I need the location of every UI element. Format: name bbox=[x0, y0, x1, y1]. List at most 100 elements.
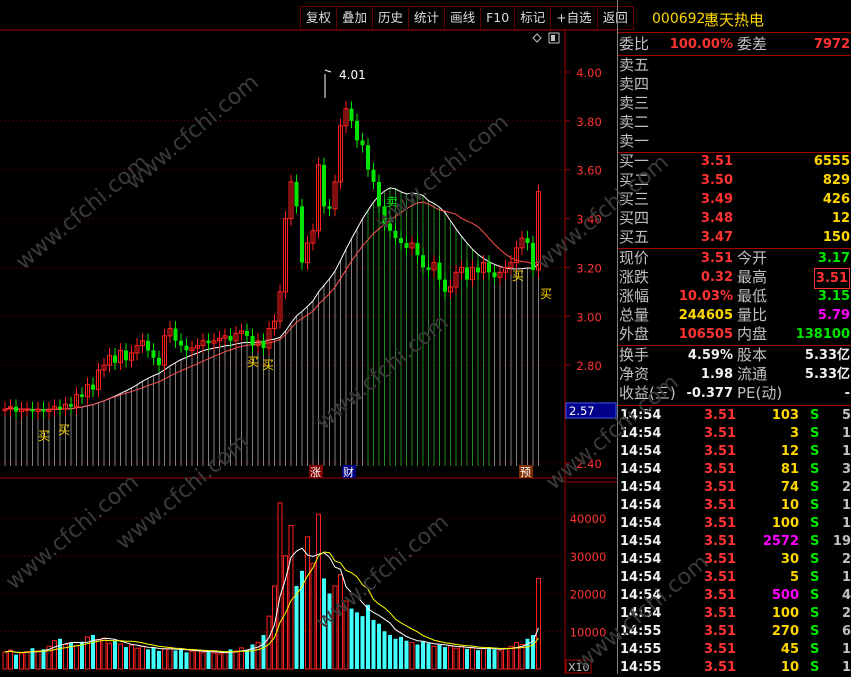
tick-price: 3.51 bbox=[704, 426, 737, 441]
tick-time: 14:54 bbox=[620, 606, 662, 621]
tick-time: 14:54 bbox=[620, 516, 662, 531]
tick-volume: 3 bbox=[789, 426, 799, 441]
candle-body bbox=[206, 340, 211, 344]
quote-label: 涨幅 bbox=[619, 287, 650, 305]
volume-bar bbox=[184, 652, 189, 669]
volume-bar bbox=[124, 647, 128, 669]
event-marker-label: 预 bbox=[520, 466, 531, 479]
bid-label: 买一 bbox=[619, 152, 650, 170]
tick-row[interactable]: 14:54 3.51 2572 S 19 bbox=[618, 533, 851, 551]
volume-bar bbox=[140, 645, 145, 670]
tick-count: 1 bbox=[841, 570, 851, 585]
volume-bar bbox=[211, 652, 217, 670]
quote-label: 最低 bbox=[737, 287, 768, 305]
tick-time: 14:54 bbox=[620, 588, 662, 603]
tick-price: 3.51 bbox=[704, 570, 737, 585]
tick-row[interactable]: 14:54 3.51 103 S 5 bbox=[618, 407, 851, 425]
tick-count: 6 bbox=[841, 624, 851, 639]
tick-side: S bbox=[810, 444, 820, 459]
bid-row[interactable]: 买四 3.48 12 bbox=[618, 209, 851, 228]
tick-row[interactable]: 14:55 3.51 45 S 1 bbox=[618, 641, 851, 659]
bid-row[interactable]: 买一 3.51 6555 bbox=[618, 152, 851, 171]
bid-volume: 150 bbox=[822, 230, 850, 245]
kline-chart[interactable]: 4.00 3.80 3.60 3.40 3.20 3.00 2.80 2.40 40000 300… bbox=[0, 0, 617, 674]
volume-bar bbox=[2, 651, 8, 670]
quote-row: 总量 244605 量比 5.79 bbox=[618, 306, 851, 325]
volume-bar bbox=[332, 585, 338, 670]
quote-label: 现价 bbox=[619, 249, 650, 267]
toolbar-button-7[interactable]: +自选 bbox=[550, 7, 596, 29]
volume-bar bbox=[399, 636, 403, 669]
volume-bar bbox=[288, 525, 294, 670]
ask-label: 卖二 bbox=[619, 113, 650, 131]
tick-row[interactable]: 14:54 3.51 5 S 1 bbox=[618, 569, 851, 587]
tick-row[interactable]: 14:54 3.51 74 S 2 bbox=[618, 479, 851, 497]
volume-tick-label: 10000 bbox=[570, 625, 607, 639]
tick-volume: 74 bbox=[780, 480, 799, 495]
toolbar-button-2[interactable]: 历史 bbox=[372, 7, 408, 29]
volume-bar bbox=[113, 641, 117, 669]
tick-row[interactable]: 14:54 3.51 81 S 3 bbox=[618, 461, 851, 479]
tick-row[interactable]: 14:54 3.51 100 S 1 bbox=[618, 515, 851, 533]
volume-bar bbox=[233, 650, 239, 670]
volume-bar bbox=[453, 647, 459, 670]
tick-price: 3.51 bbox=[704, 462, 737, 477]
tick-volume: 500 bbox=[771, 588, 799, 603]
toolbar-button-0[interactable]: 复权 bbox=[301, 7, 336, 29]
tick-count: 4 bbox=[841, 588, 851, 603]
buy-signal: 买 bbox=[512, 269, 524, 283]
stat-row: 换手 4.59% 股本 5.33亿 bbox=[618, 346, 851, 365]
volume-bar bbox=[514, 642, 519, 670]
tick-row[interactable]: 14:54 3.51 3 S 1 bbox=[618, 425, 851, 443]
bid-volume: 12 bbox=[831, 211, 850, 226]
bid-price: 3.49 bbox=[700, 192, 733, 207]
tick-volume: 270 bbox=[771, 624, 799, 639]
tick-side: S bbox=[810, 426, 820, 441]
toolbar-button-5[interactable]: F10 bbox=[480, 7, 514, 29]
tick-time: 14:55 bbox=[620, 624, 662, 639]
candle-body bbox=[184, 345, 189, 351]
toolbar-button-4[interactable]: 画线 bbox=[444, 7, 480, 29]
tick-count: 1 bbox=[841, 444, 851, 459]
tick-row[interactable]: 14:54 3.51 100 S 2 bbox=[618, 605, 851, 623]
volume-tick-label: 30000 bbox=[570, 550, 607, 564]
toolbar-button-3[interactable]: 统计 bbox=[408, 7, 444, 29]
ask-row: 卖五 bbox=[618, 56, 851, 75]
volume-bar bbox=[503, 647, 508, 670]
volume-bar bbox=[217, 653, 222, 670]
candle-body bbox=[437, 262, 442, 280]
toolbar-button-6[interactable]: 标记 bbox=[514, 7, 550, 29]
bid-volume: 426 bbox=[822, 192, 850, 207]
tick-row[interactable]: 14:54 3.51 30 S 2 bbox=[618, 551, 851, 569]
tick-count: 19 bbox=[832, 534, 851, 549]
volume-bar bbox=[476, 650, 480, 669]
volume-bar bbox=[470, 647, 475, 670]
bid-row[interactable]: 买三 3.49 426 bbox=[618, 190, 851, 209]
volume-bar bbox=[52, 640, 57, 670]
tick-price: 3.51 bbox=[704, 408, 737, 423]
volume-bar bbox=[421, 641, 425, 669]
order-ratio-label: 委比 bbox=[619, 35, 650, 53]
tick-row[interactable]: 14:55 3.51 10 S 1 bbox=[618, 659, 851, 677]
tick-count: 3 bbox=[841, 462, 851, 477]
volume-bar bbox=[146, 649, 150, 669]
bid-price: 3.51 bbox=[700, 154, 733, 169]
tick-side: S bbox=[810, 408, 820, 423]
volume-bar bbox=[316, 513, 321, 670]
volume-bar bbox=[129, 644, 134, 670]
tick-row[interactable]: 14:54 3.51 500 S 4 bbox=[618, 587, 851, 605]
volume-bar bbox=[443, 647, 447, 669]
volume-bar bbox=[431, 645, 437, 670]
tick-side: S bbox=[810, 498, 820, 513]
toolbar-button-1[interactable]: 叠加 bbox=[336, 7, 372, 29]
tick-row[interactable]: 14:54 3.51 10 S 1 bbox=[618, 497, 851, 515]
bid-row[interactable]: 买二 3.50 829 bbox=[618, 171, 851, 190]
candle-body bbox=[492, 272, 497, 278]
tick-time: 14:54 bbox=[620, 534, 662, 549]
bid-label: 买二 bbox=[619, 171, 650, 189]
tick-count: 2 bbox=[841, 480, 851, 495]
bid-row[interactable]: 买五 3.47 150 bbox=[618, 228, 851, 247]
tick-row[interactable]: 14:54 3.51 12 S 1 bbox=[618, 443, 851, 461]
tick-row[interactable]: 14:55 3.51 270 S 6 bbox=[618, 623, 851, 641]
price-tick-label: 3.60 bbox=[576, 164, 602, 178]
